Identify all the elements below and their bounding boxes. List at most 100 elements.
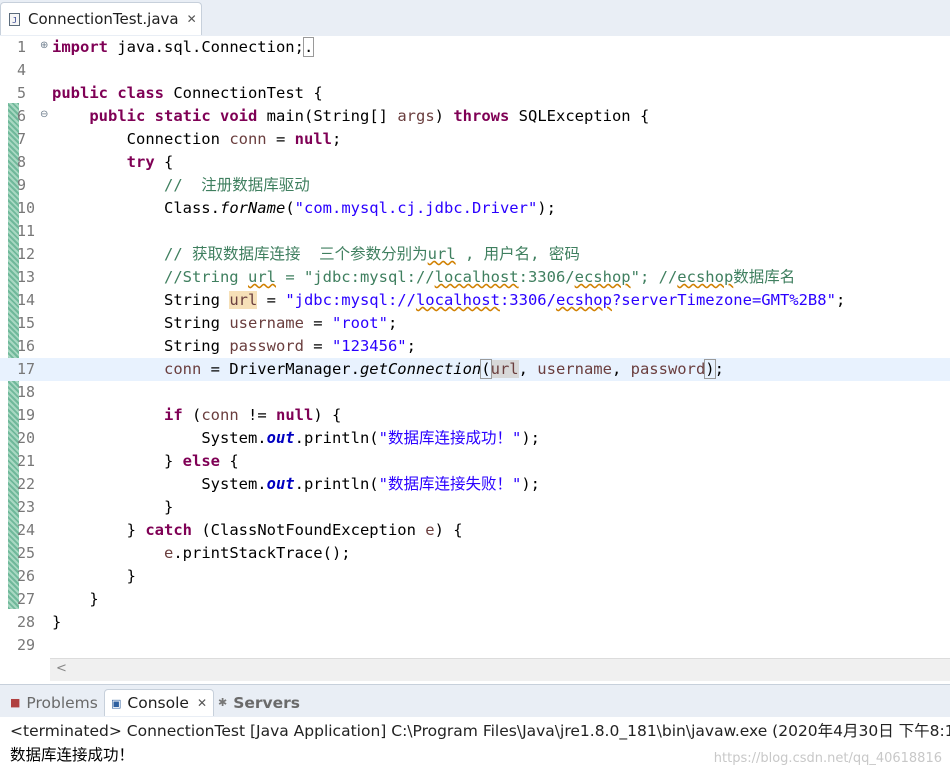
code-token: if xyxy=(163,406,183,424)
code-token: out xyxy=(266,475,295,493)
tab-console[interactable]: ▣ Console ✕ xyxy=(104,689,214,716)
line-number: 23 xyxy=(17,498,36,516)
tool-tab-bar: ■ Problems ▣ Console ✕ ✱ Servers xyxy=(0,684,950,718)
line-number: 10 xyxy=(17,199,36,217)
code-line: 9 // 注册数据库驱动 xyxy=(0,174,950,197)
code-token: String xyxy=(163,314,230,332)
console-icon: ▣ xyxy=(111,696,122,710)
scroll-left-icon[interactable]: < xyxy=(56,661,67,676)
code-line: 1 ⊕ import java.sql.Connection;. xyxy=(0,36,950,59)
code-line: 18 xyxy=(0,381,950,404)
code-comment: ecshop xyxy=(677,268,734,286)
code-token: , xyxy=(518,360,538,378)
code-token: try xyxy=(126,153,155,171)
close-icon[interactable]: ✕ xyxy=(187,12,197,26)
code-token: ; xyxy=(331,130,342,148)
code-line: 11 xyxy=(0,220,950,243)
code-token: null xyxy=(294,130,332,148)
code-comment: "; // xyxy=(630,268,678,286)
problems-icon: ■ xyxy=(10,696,21,709)
code-token: conn xyxy=(229,130,267,148)
code-string: ?serverTimezone=GMT%2B8" xyxy=(611,291,836,309)
tab-servers[interactable]: ✱ Servers xyxy=(218,689,300,716)
code-token: SQLException { xyxy=(509,107,650,125)
code-token: args xyxy=(397,107,435,125)
code-token: System. xyxy=(201,475,267,493)
line-number: 28 xyxy=(17,613,36,631)
code-token: != xyxy=(238,406,276,424)
code-token: = xyxy=(303,314,332,332)
code-token: password xyxy=(229,337,304,355)
line-number: 25 xyxy=(17,544,36,562)
code-line: 27 } xyxy=(0,588,950,611)
line-number: 4 xyxy=(17,61,27,79)
line-number: 8 xyxy=(17,153,27,171)
code-token: import xyxy=(52,38,108,56)
code-line: 6 ⊖ public static void main(String[] arg… xyxy=(0,105,950,128)
line-number: 11 xyxy=(17,222,36,240)
code-token: password xyxy=(630,360,706,378)
line-number: 7 xyxy=(17,130,27,148)
expand-fold-icon[interactable]: ⊕ xyxy=(40,36,48,56)
code-token: .printStackTrace(); xyxy=(173,544,351,562)
code-token: } xyxy=(89,590,99,608)
code-token: java.sql.Connection; xyxy=(108,38,304,56)
editor-tab-bar: J ConnectionTest.java ✕ xyxy=(0,0,950,37)
servers-icon: ✱ xyxy=(218,696,228,709)
code-token: void xyxy=(220,107,258,125)
code-line: 5 public class ConnectionTest { xyxy=(0,82,950,105)
code-token: forName xyxy=(219,199,286,217)
code-token: String xyxy=(163,291,230,309)
line-number: 26 xyxy=(17,567,36,585)
line-number: 15 xyxy=(17,314,36,332)
code-line: 10 Class.forName("com.mysql.cj.jdbc.Driv… xyxy=(0,197,950,220)
close-icon[interactable]: ✕ xyxy=(197,696,207,710)
console-view[interactable]: <terminated> ConnectionTest [Java Applic… xyxy=(0,717,950,776)
code-token: conn xyxy=(163,360,202,378)
code-token: .println( xyxy=(294,475,379,493)
code-line: 29 xyxy=(0,634,950,657)
horizontal-scrollbar[interactable]: < xyxy=(50,658,950,681)
watermark: https://blog.csdn.net/qq_40618816 xyxy=(713,751,942,766)
collapsed-imports-marker[interactable]: . xyxy=(302,37,315,57)
line-number: 14 xyxy=(17,291,36,309)
code-line: 21 } else { xyxy=(0,450,950,473)
code-comment: url xyxy=(427,245,456,263)
code-token: } xyxy=(163,498,174,516)
collapse-fold-icon[interactable]: ⊖ xyxy=(40,105,48,125)
code-line: 25 e.printStackTrace(); xyxy=(0,542,950,565)
code-token: ); xyxy=(521,475,540,493)
line-number: 17 xyxy=(17,360,36,378)
editor-tab-connectiontest[interactable]: J ConnectionTest.java ✕ xyxy=(0,2,202,35)
line-number: 9 xyxy=(17,176,27,194)
code-line: 7 Connection conn = null; xyxy=(0,128,950,151)
code-token: username xyxy=(229,314,304,332)
code-token: e xyxy=(425,521,435,539)
tab-problems[interactable]: ■ Problems xyxy=(10,689,98,716)
line-number: 6 xyxy=(17,107,27,125)
code-line: 23 } xyxy=(0,496,950,519)
code-token: .println( xyxy=(294,429,379,447)
code-comment: url xyxy=(247,268,276,286)
code-string: "数据库连接成功！" xyxy=(378,429,522,447)
code-string: "数据库连接失败！" xyxy=(378,475,522,493)
java-file-icon: J xyxy=(9,12,20,26)
code-token: ); xyxy=(521,429,540,447)
tab-problems-label: Problems xyxy=(26,693,98,712)
code-comment: = "jdbc:mysql:// xyxy=(275,268,435,286)
code-token: , xyxy=(611,360,631,378)
code-token: { xyxy=(219,452,239,470)
code-token: main(String[] xyxy=(257,107,398,125)
line-number: 22 xyxy=(17,475,36,493)
line-number: 13 xyxy=(17,268,36,286)
code-token: = xyxy=(257,291,286,309)
line-number: 16 xyxy=(17,337,36,355)
code-token: (ClassNotFoundException xyxy=(192,521,426,539)
code-editor[interactable]: 1 ⊕ import java.sql.Connection;. 4 5 pub… xyxy=(0,36,950,681)
line-number: 12 xyxy=(17,245,36,263)
console-output: 数据库连接成功！ xyxy=(10,746,135,764)
code-token: class xyxy=(117,84,165,102)
code-token: public xyxy=(89,107,146,125)
code-token: ; xyxy=(835,291,846,309)
code-string: "jdbc:mysql:// xyxy=(285,291,416,309)
